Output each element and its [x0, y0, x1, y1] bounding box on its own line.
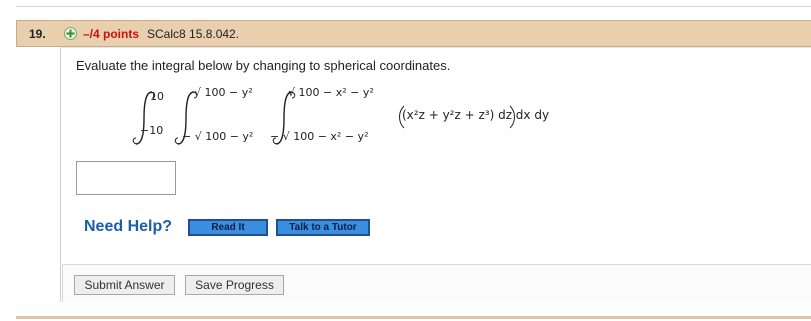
inner-upper-limit: √ 100 − x² − y²	[288, 86, 374, 99]
expand-plus-icon[interactable]	[64, 27, 77, 40]
inner-lower-limit: − √ 100 − x² − y²	[270, 130, 369, 143]
talk-to-tutor-button[interactable]: Talk to a Tutor	[276, 219, 370, 236]
integrand: (x²z + y²z + z³) dz dx dy	[402, 108, 550, 122]
top-divider	[16, 0, 811, 7]
question-source: SCalc8 15.8.042.	[147, 27, 240, 41]
outer-upper-limit: 10	[150, 90, 164, 103]
read-it-button[interactable]: Read It	[188, 219, 268, 236]
middle-lower-limit: − √ 100 − y²	[182, 130, 254, 143]
submit-answer-button[interactable]: Submit Answer	[74, 275, 175, 295]
triple-integral: 10 −10 √ 100 − y² − √ 100 − y² √ 100 − x…	[120, 80, 590, 150]
save-progress-button[interactable]: Save Progress	[185, 275, 284, 295]
question-header: 19. –/4 points SCalc8 15.8.042.	[16, 20, 811, 47]
bottom-divider	[16, 316, 811, 319]
answer-input[interactable]	[76, 161, 176, 195]
outer-lower-limit: −10	[140, 124, 164, 137]
middle-upper-limit: √ 100 − y²	[194, 86, 253, 99]
points-label: –/4 points	[83, 27, 140, 41]
question-prompt: Evaluate the integral below by changing …	[76, 58, 451, 73]
need-help-label: Need Help?	[84, 218, 173, 235]
question-number: 19.	[29, 27, 46, 41]
